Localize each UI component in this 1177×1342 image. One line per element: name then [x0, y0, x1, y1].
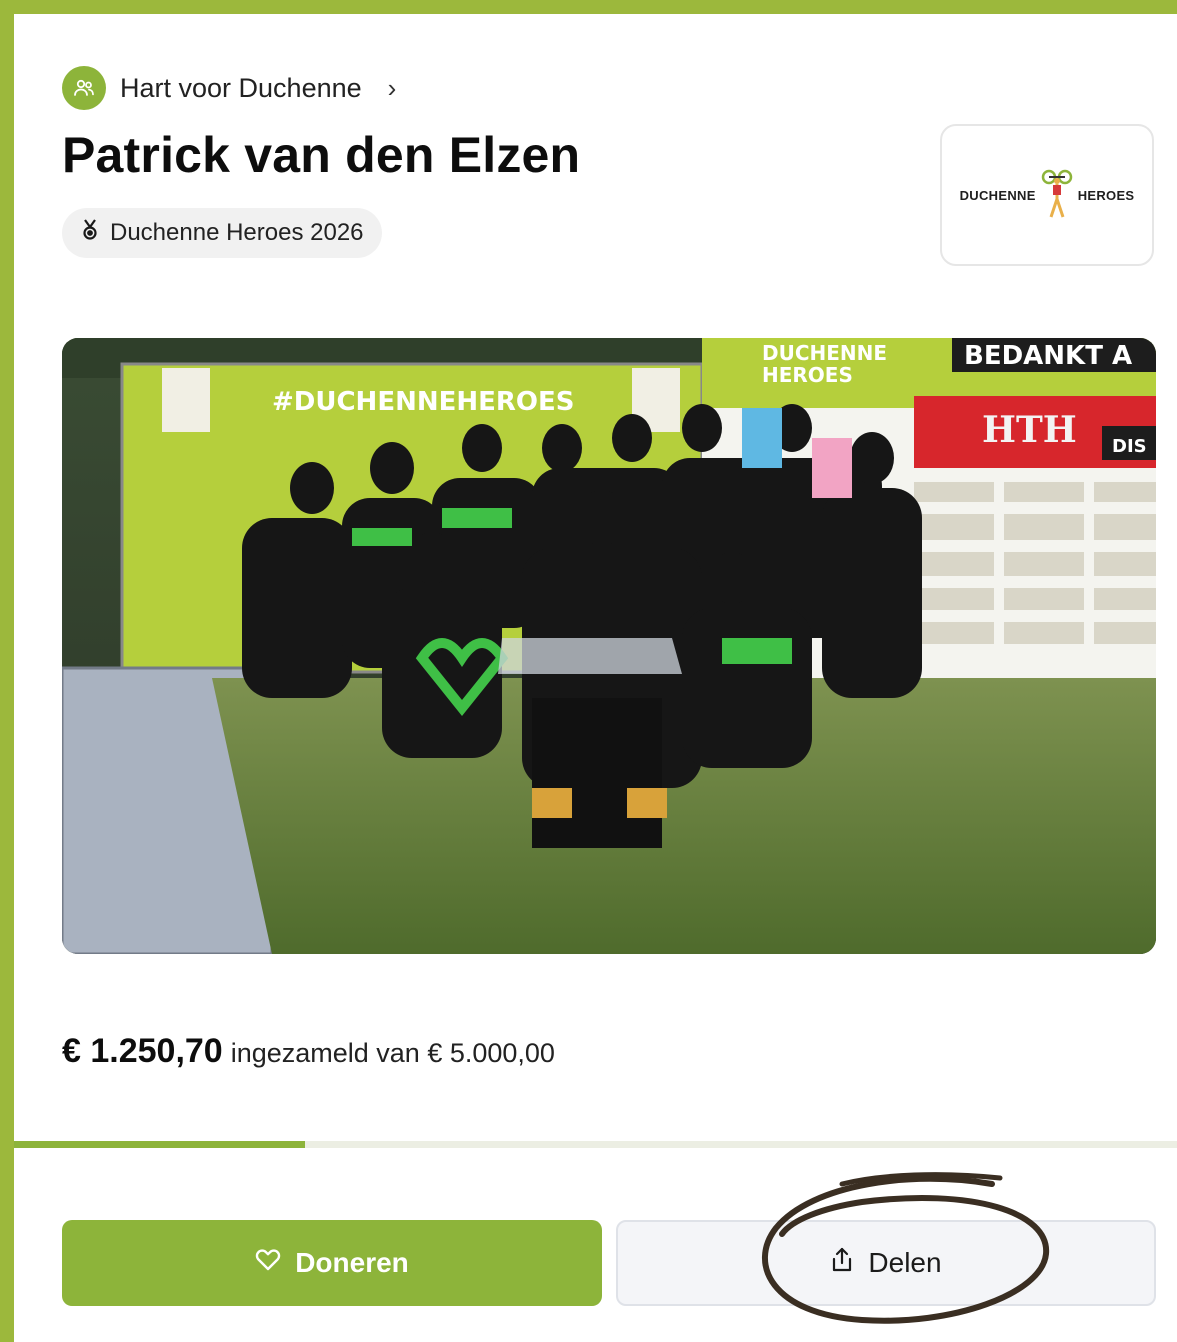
- goal-text: ingezameld van € 5.000,00: [230, 1038, 555, 1068]
- heart-icon: [255, 1247, 281, 1279]
- event-label: Duchenne Heroes 2026: [110, 219, 364, 246]
- fundraising-total: € 1.250,70 ingezameld van € 5.000,00: [62, 1032, 555, 1071]
- sponsor-dis: DIS: [1112, 436, 1147, 457]
- share-label: Delen: [868, 1247, 942, 1278]
- banner-thanks: BEDANKT A: [964, 341, 1132, 371]
- progress-bar-fill: [14, 1141, 305, 1148]
- raised-amount: € 1.250,70: [62, 1032, 223, 1070]
- logo-left-text: DUCHENNE: [959, 187, 1036, 203]
- hero-figure-icon: [1041, 169, 1072, 218]
- donate-label: Doneren: [295, 1247, 409, 1278]
- campaign-photo: #DUCHENNEHEROES DUCHENNE HEROES BEDANKT …: [62, 338, 1156, 954]
- medal-icon: [80, 218, 100, 248]
- organization-name: Hart voor Duchenne: [120, 72, 362, 103]
- share-button[interactable]: Delen: [616, 1220, 1156, 1306]
- people-icon: [62, 66, 106, 110]
- banner-heroes: HEROES: [762, 363, 853, 387]
- banner-duchenne: DUCHENNE: [762, 341, 887, 365]
- event-badge[interactable]: Duchenne Heroes 2026: [62, 208, 382, 258]
- page-title: Patrick van den Elzen: [62, 127, 581, 183]
- banner-hashtag: #DUCHENNEHEROES: [272, 387, 575, 417]
- campaign-logo: DUCHENNE HEROES: [940, 124, 1154, 266]
- donate-button[interactable]: Doneren: [62, 1220, 602, 1306]
- fundraiser-card: Hart voor Duchenne › Patrick van den Elz…: [14, 14, 1177, 1342]
- organization-link[interactable]: Hart voor Duchenne ›: [62, 66, 396, 110]
- progress-bar: [14, 1141, 1177, 1148]
- chevron-right-icon: ›: [387, 72, 397, 103]
- share-icon: [830, 1247, 854, 1280]
- logo-right-text: HEROES: [1077, 187, 1135, 203]
- sponsor-hth: HTH: [982, 409, 1077, 451]
